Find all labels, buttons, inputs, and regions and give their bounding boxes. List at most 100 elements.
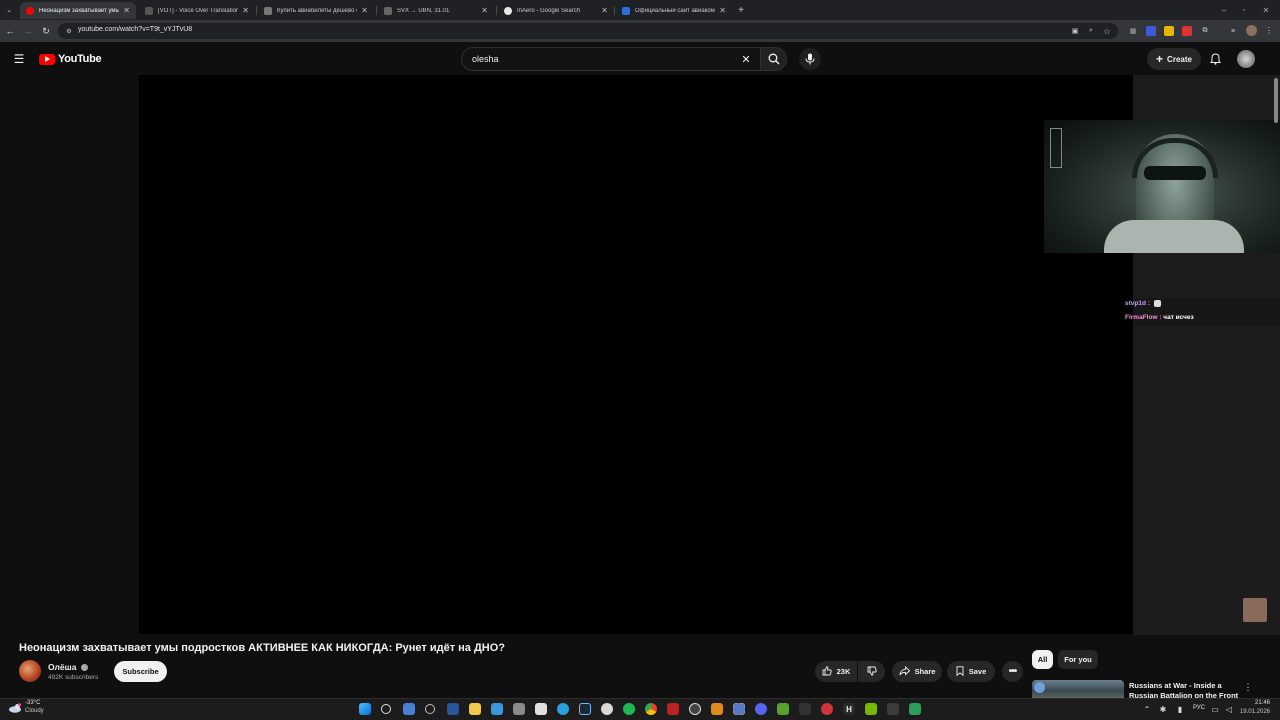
channel-name[interactable]: Олёша (48, 662, 88, 672)
app-x-icon[interactable] (667, 703, 679, 715)
file-explorer-icon[interactable] (469, 703, 481, 715)
tab-label: SVX → UBN, 31.01 (397, 7, 450, 14)
tray-app-icon[interactable]: ▮ (1175, 703, 1185, 715)
notifications-bell-icon[interactable] (1208, 52, 1222, 66)
language-indicator[interactable]: РУС (1193, 705, 1205, 711)
page-scrollbar[interactable] (1273, 75, 1279, 695)
search-input[interactable]: olesha ✕ (461, 47, 761, 71)
copilot-icon[interactable] (425, 704, 435, 714)
back-arrow-icon[interactable]: ← (4, 25, 16, 37)
close-icon[interactable]: ✕ (123, 6, 130, 15)
show-hidden-icons-chevron-icon[interactable]: ⌃ (1142, 703, 1152, 715)
task-view-icon[interactable] (403, 703, 415, 715)
extensions-puzzle-icon[interactable]: ⧉ (1200, 26, 1210, 36)
volume-icon[interactable]: ◁ (1224, 703, 1234, 715)
extension-icon[interactable] (1164, 26, 1174, 36)
remote-desktop-icon[interactable] (491, 703, 503, 715)
terminal-icon[interactable] (887, 703, 899, 715)
chatgpt-icon[interactable] (601, 703, 613, 715)
media-control-icon[interactable]: ≡ (1228, 26, 1238, 36)
visual-studio-icon[interactable] (447, 703, 459, 715)
channel-avatar[interactable] (19, 660, 41, 682)
share-button[interactable]: Share (892, 661, 942, 682)
bookmark-star-icon[interactable]: ☆ (1102, 26, 1112, 36)
chip-for-you[interactable]: For you (1058, 650, 1098, 669)
recommendation-title[interactable]: Russians at War - Inside a Russian Batta… (1129, 681, 1249, 698)
telegram-icon[interactable] (557, 703, 569, 715)
extension-icon[interactable] (1146, 26, 1156, 36)
extension-icon[interactable] (1182, 26, 1192, 36)
app-green-icon[interactable] (909, 703, 921, 715)
voice-search-button[interactable] (799, 48, 821, 70)
youtube-logo[interactable]: YouTube (39, 52, 102, 66)
save-label: Save (968, 667, 987, 676)
close-icon[interactable]: ✕ (601, 6, 608, 15)
close-icon[interactable]: ✕ (719, 6, 726, 15)
dislike-button[interactable] (858, 661, 885, 682)
weather-temperature[interactable]: -33°C (25, 700, 40, 706)
bluetooth-icon[interactable]: ✱ (1158, 703, 1168, 715)
vpn-globe-icon[interactable] (733, 703, 745, 715)
like-button[interactable]: 23K (815, 661, 857, 682)
profile-avatar-icon[interactable] (1246, 25, 1257, 36)
install-app-icon[interactable]: ▣ (1070, 26, 1080, 36)
more-actions-button[interactable]: ••• (1002, 661, 1023, 682)
app-shield-icon[interactable] (711, 703, 723, 715)
weather-icon[interactable] (8, 702, 22, 714)
browser-tab-flights[interactable]: Купить авиабилеты дёшево о ✕ (258, 2, 374, 19)
maximize-icon[interactable]: ▫ (1238, 4, 1250, 16)
window-close-icon[interactable]: ✕ (1260, 4, 1272, 16)
video-player[interactable] (139, 75, 1134, 634)
extension-icon[interactable]: ▦ (1128, 26, 1138, 36)
new-tab-plus-icon[interactable]: + (735, 4, 747, 16)
minimize-icon[interactable]: – (1218, 4, 1230, 16)
calendar-app-icon[interactable] (535, 703, 547, 715)
recommendation-thumbnail[interactable] (1032, 680, 1124, 698)
clock-date[interactable]: 19.01.2026 (1238, 709, 1270, 715)
zoom-icon[interactable]: ⌕ (1086, 26, 1096, 36)
scrollbar-thumb[interactable] (1274, 78, 1278, 123)
weather-condition[interactable]: Cloudy (25, 708, 44, 714)
recommendation-menu-icon[interactable]: ⋮ (1243, 681, 1253, 693)
forward-arrow-icon[interactable]: → (22, 25, 34, 37)
reload-icon[interactable]: ↻ (40, 25, 52, 37)
network-icon[interactable]: ▭ (1210, 703, 1220, 715)
browser-tab-airline[interactable]: Официальный сайт авиаком ✕ (616, 2, 732, 19)
hamburger-menu-icon[interactable]: ☰ (12, 52, 26, 66)
chrome-icon[interactable] (645, 703, 657, 715)
discord-icon[interactable] (755, 703, 767, 715)
address-bar[interactable]: ⚙ youtube.com/watch?v=T9t_vYJTvU8 ▣ ⌕ ☆ (58, 23, 1118, 39)
minecraft-icon[interactable] (777, 703, 789, 715)
search-taskbar-icon[interactable] (381, 704, 391, 714)
browser-tab-route[interactable]: SVX → UBN, 31.01 ✕ (378, 2, 494, 19)
app-red-icon[interactable] (821, 703, 833, 715)
app-h-icon[interactable]: H (843, 703, 855, 715)
search-icon (767, 52, 781, 66)
browser-tab-google[interactable]: InAero - Google Search ✕ (498, 2, 614, 19)
spotify-icon[interactable] (623, 703, 635, 715)
site-info-icon[interactable]: ⚙ (64, 26, 74, 36)
nvidia-icon[interactable] (865, 703, 877, 715)
account-avatar[interactable] (1237, 50, 1255, 68)
settings-mixer-icon[interactable] (513, 703, 525, 715)
search-button[interactable] (760, 47, 787, 71)
windows-start-icon[interactable] (359, 703, 371, 715)
subscribe-button[interactable]: Subscribe (114, 661, 167, 682)
windows-taskbar (0, 698, 1280, 720)
save-button[interactable]: Save (947, 661, 995, 682)
browser-menu-icon[interactable]: ⋮ (1264, 25, 1274, 36)
clock-time[interactable]: 21:46 (1242, 700, 1270, 706)
close-icon[interactable]: ✕ (481, 6, 488, 15)
chip-all[interactable]: All (1032, 650, 1053, 669)
obs-icon[interactable] (689, 703, 701, 715)
close-icon[interactable]: ✕ (361, 6, 368, 15)
browser-tab-vot[interactable]: [VOT] - Voice Over Translation ✕ (139, 2, 255, 19)
create-button[interactable]: + Create (1147, 48, 1201, 70)
browser-tab-youtube[interactable]: Неонацизм захватывает умы п ✕ (20, 2, 136, 19)
airline-favicon-icon (622, 6, 630, 15)
close-icon[interactable]: ✕ (242, 6, 249, 15)
tab-list-chevron-icon[interactable]: ⌄ (4, 5, 14, 15)
app-dark-icon[interactable] (799, 703, 811, 715)
clear-search-icon[interactable]: ✕ (740, 53, 752, 66)
steam-icon[interactable] (579, 703, 591, 715)
